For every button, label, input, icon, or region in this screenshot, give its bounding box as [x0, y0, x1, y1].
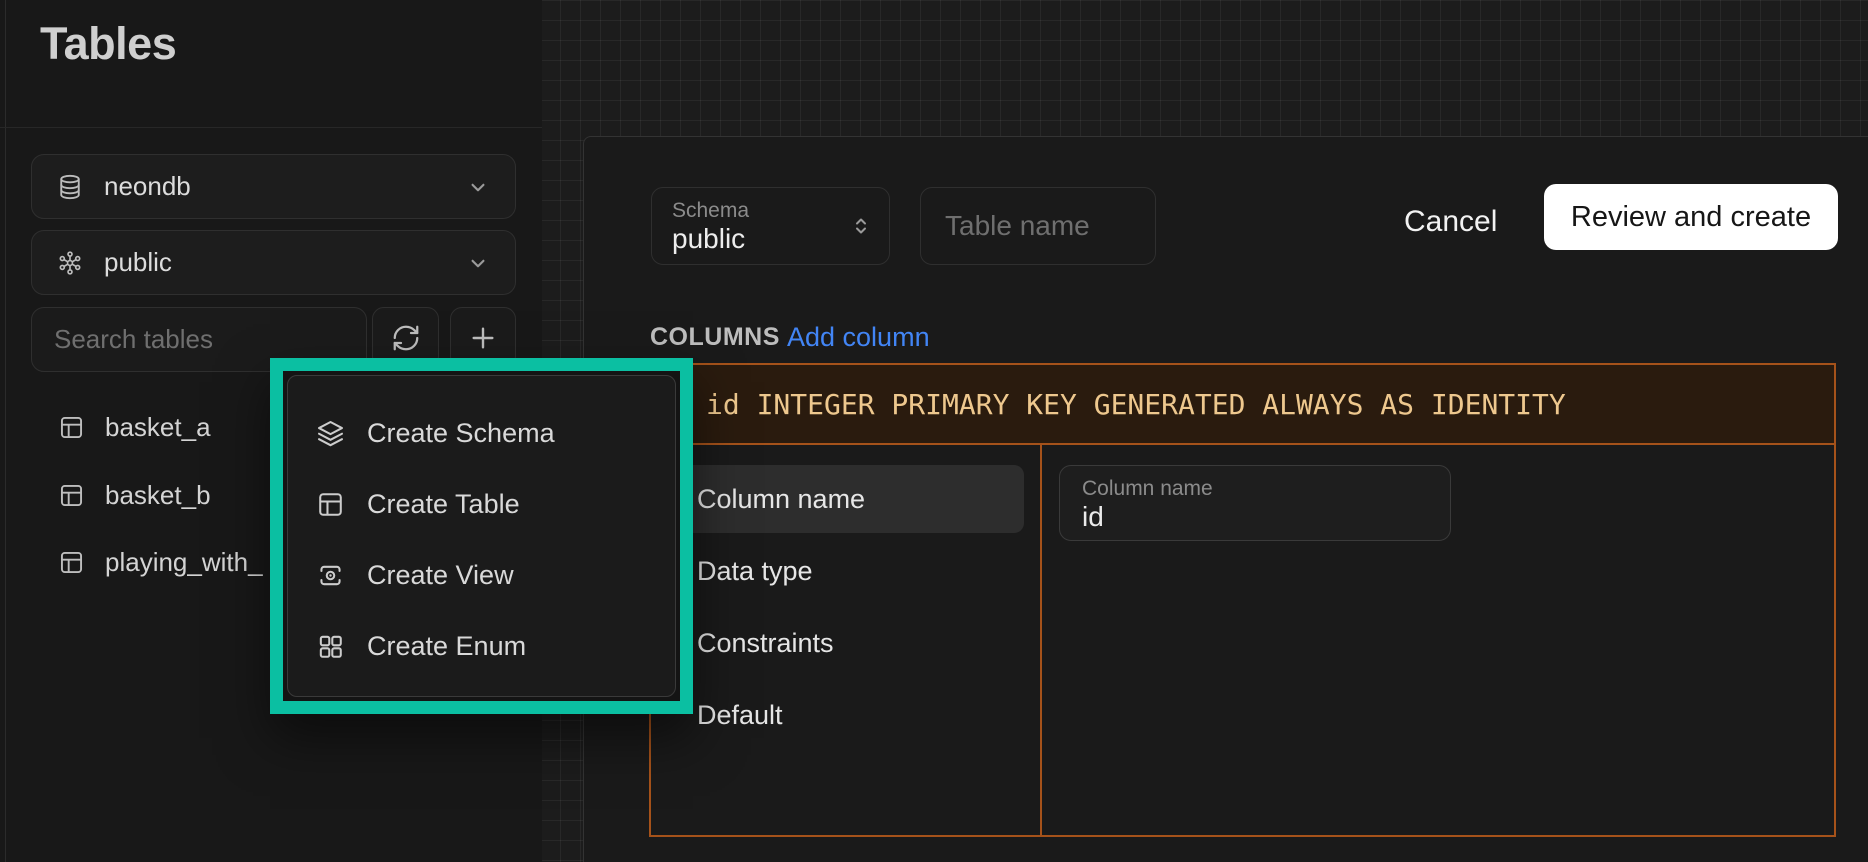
nav-item-default[interactable]: Default	[667, 681, 1024, 749]
column-editor-body: Column name Data type Constraints Defaul…	[651, 445, 1834, 835]
schema-combobox-label: Schema	[672, 199, 869, 222]
menu-item-create-enum[interactable]: Create Enum	[316, 611, 675, 682]
column-name-field[interactable]: Column name id	[1059, 465, 1451, 541]
schema-combobox[interactable]: Schema public	[651, 187, 890, 265]
chevron-down-icon	[465, 174, 491, 200]
chevron-down-icon	[465, 250, 491, 276]
menu-item-label: Create View	[367, 560, 514, 591]
menu-item-create-view[interactable]: Create View	[316, 540, 675, 611]
table-name-label: basket_a	[105, 412, 211, 443]
sidebar-left-edge	[5, 0, 6, 862]
table-name-label: basket_b	[105, 480, 211, 511]
menu-item-label: Create Schema	[367, 418, 555, 449]
schema-select[interactable]: public	[31, 230, 516, 295]
plus-icon	[467, 322, 499, 354]
table-icon	[58, 414, 85, 441]
view-eye-icon	[316, 561, 345, 590]
column-name-field-value: id	[1082, 500, 1428, 534]
table-row[interactable]: basket_b	[58, 477, 211, 513]
schema-graph-icon	[56, 249, 84, 277]
cancel-button[interactable]: Cancel	[1404, 205, 1497, 239]
database-icon	[56, 173, 84, 201]
column-definition-row[interactable]: id INTEGER PRIMARY KEY GENERATED ALWAYS …	[651, 365, 1834, 445]
page-title: Tables	[40, 18, 176, 70]
table-row[interactable]: playing_with_	[58, 544, 263, 580]
table-name-input[interactable]	[920, 187, 1156, 265]
chevron-up-down-icon	[849, 214, 873, 238]
add-column-link[interactable]: Add column	[787, 322, 930, 353]
table-row[interactable]: basket_a	[58, 409, 211, 445]
table-name-label: playing_with_	[105, 547, 263, 578]
menu-item-create-table[interactable]: Create Table	[316, 469, 675, 540]
refresh-icon	[391, 323, 421, 353]
create-menu-highlight-frame: Create Schema Create Table	[270, 358, 693, 714]
sidebar-divider	[0, 127, 542, 128]
database-select[interactable]: neondb	[31, 154, 516, 219]
layers-icon	[316, 419, 345, 448]
table-icon	[58, 549, 85, 576]
column-sql-text: id INTEGER PRIMARY KEY GENERATED ALWAYS …	[706, 388, 1566, 421]
column-editor-container: id INTEGER PRIMARY KEY GENERATED ALWAYS …	[649, 363, 1836, 837]
enum-grid-icon	[316, 632, 345, 661]
database-select-value: neondb	[104, 171, 191, 202]
menu-item-label: Create Table	[367, 489, 520, 520]
nav-item-constraints[interactable]: Constraints	[667, 609, 1024, 677]
create-table-panel: Schema public Cancel Review and create C…	[583, 136, 1868, 862]
schema-select-value: public	[104, 247, 172, 278]
table-icon	[316, 490, 345, 519]
nav-item-label: Constraints	[697, 628, 834, 659]
nav-item-label: Data type	[697, 556, 813, 587]
nav-item-label: Column name	[697, 484, 865, 515]
menu-item-create-schema[interactable]: Create Schema	[316, 398, 675, 469]
nav-item-data-type[interactable]: Data type	[667, 537, 1024, 605]
columns-section-label: COLUMNS	[650, 323, 780, 352]
table-name-field-wrap	[920, 187, 1156, 265]
create-menu: Create Schema Create Table	[287, 375, 676, 697]
table-icon	[58, 482, 85, 509]
nav-item-label: Default	[697, 700, 783, 731]
menu-item-label: Create Enum	[367, 631, 526, 662]
column-name-field-label: Column name	[1082, 477, 1428, 500]
review-and-create-button[interactable]: Review and create	[1544, 184, 1838, 250]
nav-item-column-name[interactable]: Column name	[667, 465, 1024, 533]
schema-combobox-value: public	[672, 222, 869, 256]
column-editor-detail: Column name id	[1042, 445, 1834, 835]
column-editor-nav: Column name Data type Constraints Defaul…	[651, 445, 1042, 835]
app-window: Tables neondb	[0, 0, 1868, 862]
